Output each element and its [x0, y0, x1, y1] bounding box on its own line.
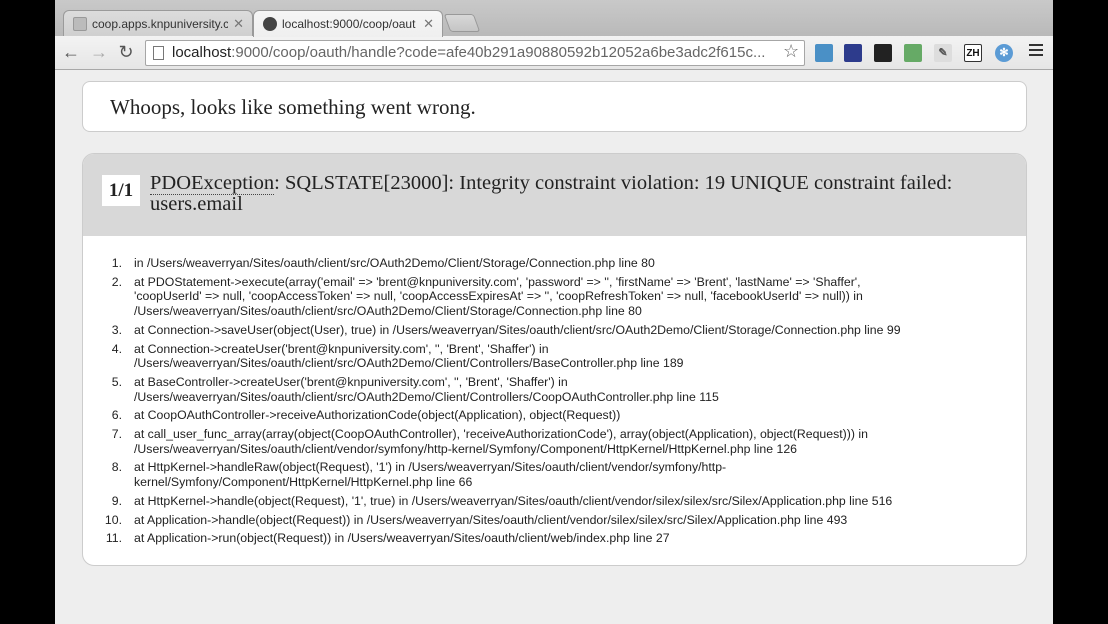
- trace-line: at HttpKernel->handleRaw(object(Request)…: [134, 460, 727, 475]
- trace-line: /Users/weaverryan/Sites/oauth/client/src…: [134, 303, 642, 318]
- trace-line: at Connection->saveUser(object(User), tr…: [134, 322, 901, 337]
- trace-item: 5. at BaseController->createUser('brent@k…: [83, 374, 1026, 404]
- trace-line: at CoopOAuthController->receiveAuthoriza…: [134, 408, 621, 423]
- scribble-icon[interactable]: ✎: [934, 44, 952, 62]
- badge-icon[interactable]: [844, 44, 862, 62]
- trace-number: 4.: [111, 341, 122, 356]
- toolbar: ← → ↻ localhost:9000/coop/oauth/handle?c…: [55, 36, 1053, 70]
- terminal-icon[interactable]: [874, 44, 892, 62]
- tab-title: localhost:9000/coop/oaut: [282, 17, 416, 31]
- trace-number: 11.: [105, 531, 122, 546]
- exception-box: 1/1 PDOException: SQLSTATE[23000]: Integ…: [82, 153, 1027, 566]
- address-path: :9000/coop/oauth/handle?code=afe40b291a9…: [231, 44, 766, 61]
- trace-number: 9.: [111, 493, 122, 508]
- trace-item: 10. at Application->handle(object(Request…: [83, 512, 1026, 528]
- stack-trace: 1. in /Users/weaverryan/Sites/oauth/clien…: [83, 256, 1026, 550]
- error-title-box: Whoops, looks like something went wrong.: [82, 81, 1027, 132]
- page-icon: [73, 17, 87, 31]
- trace-item: 1. in /Users/weaverryan/Sites/oauth/clien…: [83, 256, 1026, 271]
- trace-item: 2. at PDOStatement->execute(array('email'…: [83, 274, 1026, 319]
- forward-icon[interactable]: →: [88, 41, 110, 63]
- trace-item: 11. at Application->run(object(Request)) …: [83, 531, 1026, 546]
- trace-number: 7.: [111, 427, 122, 442]
- error-title: Whoops, looks like something went wrong.: [110, 95, 476, 119]
- tab-coop[interactable]: coop.apps.knpuniversity.c ✕: [63, 10, 253, 37]
- trace-item: 7. at call_user_func_array(array(object(C…: [83, 427, 1026, 456]
- trace-line: kernel/Symfony/Component/HttpKernel/Http…: [134, 475, 473, 490]
- back-icon[interactable]: ←: [60, 41, 82, 63]
- page-content: Whoops, looks like something went wrong.…: [55, 71, 1053, 624]
- tab-strip: coop.apps.knpuniversity.c ✕ localhost:90…: [55, 0, 1053, 37]
- trace-line: 'coopUserId' => null, 'coopAccessToken' …: [134, 289, 863, 304]
- trace-line: at Application->handle(object(Request)) …: [134, 512, 848, 527]
- bird-icon[interactable]: [815, 44, 833, 62]
- trace-number: 2.: [111, 274, 122, 289]
- tab-localhost[interactable]: localhost:9000/coop/oaut ✕: [253, 10, 443, 37]
- trace-line: at BaseController->createUser('brent@knp…: [134, 374, 568, 389]
- address-host: localhost: [172, 44, 232, 61]
- trace-line: /Users/weaverryan/Sites/oauth/client/src…: [134, 389, 719, 404]
- trace-number: 6.: [111, 408, 122, 423]
- trace-line: at HttpKernel->handle(object(Request), '…: [134, 493, 893, 508]
- exception-header: 1/1 PDOException: SQLSTATE[23000]: Integ…: [83, 154, 1026, 236]
- trace-number: 10.: [104, 512, 122, 527]
- menu-icon[interactable]: [1029, 44, 1043, 58]
- close-icon[interactable]: ✕: [423, 16, 434, 32]
- trace-line: at PDOStatement->execute(array('email' =…: [134, 274, 861, 289]
- trace-line: at call_user_func_array(array(object(Coo…: [134, 427, 868, 442]
- new-tab-button[interactable]: [443, 14, 481, 32]
- page-icon: [153, 46, 164, 60]
- dropper-icon[interactable]: [904, 44, 922, 62]
- exception-count: 1/1: [102, 175, 140, 206]
- trace-item: 6. at CoopOAuthController->receiveAuthori…: [83, 408, 1026, 423]
- trace-item: 8. at HttpKernel->handleRaw(object(Reques…: [83, 460, 1026, 490]
- trace-item: 3. at Connection->saveUser(object(User), …: [83, 322, 1026, 338]
- trace-line: at Application->run(object(Request)) in …: [134, 531, 670, 546]
- trace-number: 8.: [111, 460, 122, 475]
- trace-line: in /Users/weaverryan/Sites/oauth/client/…: [134, 256, 655, 270]
- trace-number: 5.: [111, 374, 122, 389]
- exception-message: PDOException: SQLSTATE[23000]: Integrity…: [150, 172, 1010, 215]
- close-icon[interactable]: ✕: [233, 16, 244, 32]
- bookmark-star-icon[interactable]: ☆: [783, 41, 799, 62]
- trace-item: 9. at HttpKernel->handle(object(Request),…: [83, 493, 1026, 509]
- exception-class[interactable]: PDOException: [150, 172, 275, 195]
- symfony-icon: [263, 17, 277, 31]
- address-bar[interactable]: localhost:9000/coop/oauth/handle?code=af…: [145, 40, 805, 66]
- browser-window: coop.apps.knpuniversity.c ✕ localhost:90…: [55, 0, 1053, 624]
- reload-icon[interactable]: ↻: [115, 41, 137, 63]
- trace-number: 3.: [111, 322, 122, 337]
- trace-number: 1.: [111, 256, 122, 270]
- trace-line: at Connection->createUser('brent@knpuniv…: [134, 341, 549, 356]
- snowflake-icon[interactable]: ✻: [995, 44, 1013, 62]
- zh-icon[interactable]: ZH: [964, 44, 982, 62]
- trace-line: /Users/weaverryan/Sites/oauth/client/ven…: [134, 441, 797, 456]
- tab-title: coop.apps.knpuniversity.c: [92, 17, 228, 31]
- trace-line: /Users/weaverryan/Sites/oauth/client/src…: [134, 356, 684, 371]
- trace-item: 4. at Connection->createUser('brent@knpun…: [83, 341, 1026, 371]
